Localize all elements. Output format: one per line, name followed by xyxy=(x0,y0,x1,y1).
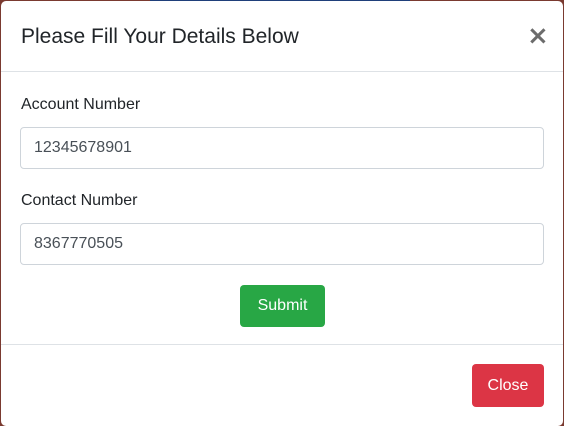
contact-number-input[interactable] xyxy=(20,223,544,265)
close-icon[interactable]: × xyxy=(527,23,549,49)
contact-number-label: Contact Number xyxy=(21,192,138,209)
close-button[interactable]: Close xyxy=(472,364,544,407)
account-number-label: Account Number xyxy=(21,96,141,113)
modal-header: Please Fill Your Details Below × xyxy=(1,1,563,72)
account-number-input[interactable] xyxy=(20,127,544,169)
modal-title: Please Fill Your Details Below xyxy=(21,25,299,48)
submit-button[interactable]: Submit xyxy=(240,285,325,327)
details-modal: Please Fill Your Details Below × Account… xyxy=(1,1,563,426)
